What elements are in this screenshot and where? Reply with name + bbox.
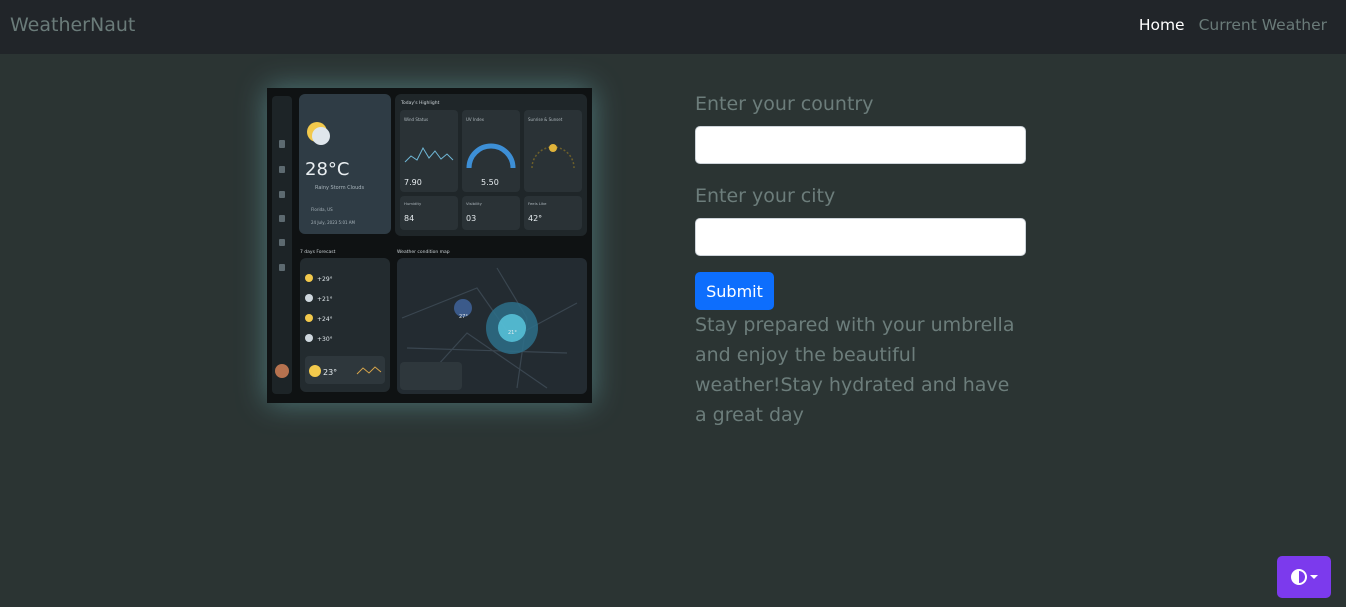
country-input[interactable] xyxy=(695,126,1026,164)
preview-feels-value: 42° xyxy=(528,214,542,223)
preview-sun-label: Sunrise & Sunset xyxy=(528,117,563,122)
preview-forecast-temp-3: +24° xyxy=(317,316,333,323)
preview-forecast-temp-4: +30° xyxy=(317,336,333,343)
preview-uv-value: 5.50 xyxy=(481,178,499,187)
preview-forecast-label: 7 days Forecast xyxy=(300,249,336,255)
weather-dashboard-preview-image: 28°C Rainy Storm Clouds Florida, US 24 J… xyxy=(267,88,592,403)
preview-feels-label: Feels Like xyxy=(528,201,547,206)
preview-visibility-value: 03 xyxy=(466,214,476,223)
preview-date: 24 July, 2023 5:01 AM xyxy=(311,220,356,225)
caret-down-icon xyxy=(1309,575,1318,579)
preview-uv-label: UV Index xyxy=(466,117,485,122)
preview-humidity-value: 84 xyxy=(404,214,414,223)
navbar: WeatherNaut Home Current Weather xyxy=(0,0,1346,54)
preview-condition: Rainy Storm Clouds xyxy=(315,185,364,191)
preview-map-temp-1: 27° xyxy=(459,314,468,320)
theme-toggle-button[interactable] xyxy=(1277,556,1331,598)
country-label: Enter your country xyxy=(695,93,874,115)
brand-logo[interactable]: WeatherNaut xyxy=(10,14,135,36)
preview-forecast-temp-1: +29° xyxy=(317,276,333,283)
preview-map-label: Weather condition map xyxy=(397,249,450,255)
city-label: Enter your city xyxy=(695,185,836,207)
preview-wind-value: 7.90 xyxy=(404,178,422,187)
preview-tomorrow-temp: 23° xyxy=(323,368,337,377)
nav-link-current-weather[interactable]: Current Weather xyxy=(1199,16,1327,34)
city-input[interactable] xyxy=(695,218,1026,256)
preview-forecast-temp-2: +21° xyxy=(317,296,333,303)
submit-button[interactable]: Submit xyxy=(695,272,774,310)
preview-humidity-label: Humidity xyxy=(404,201,422,206)
preview-location: Florida, US xyxy=(311,207,333,212)
preview-highlight-title: Today's Highlight xyxy=(400,100,440,106)
nav-links: Home Current Weather xyxy=(1139,16,1327,34)
preview-temperature: 28°C xyxy=(305,159,349,180)
nav-link-home[interactable]: Home xyxy=(1139,16,1185,34)
preview-wind-label: Wind Status xyxy=(404,117,428,122)
contrast-icon xyxy=(1290,569,1307,585)
weather-message: Stay prepared with your umbrella and enj… xyxy=(695,314,1015,426)
preview-visibility-label: Visibility xyxy=(466,201,483,206)
preview-map-temp-2: 21° xyxy=(508,330,517,336)
